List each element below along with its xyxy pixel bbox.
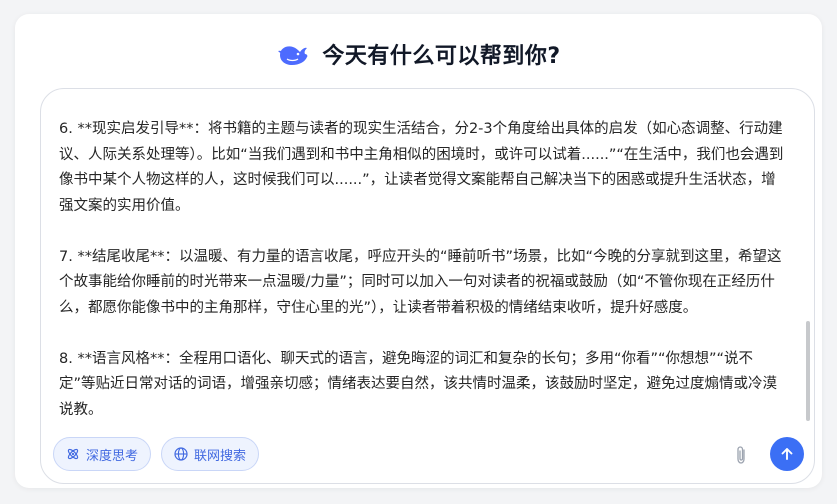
paperclip-icon — [737, 446, 745, 464]
paragraph-8: 8. **语言风格**：全程用口语化、聊天式的语言，避免晦涩的词汇和复杂的长句；… — [59, 350, 778, 418]
input-toolbar: 深度思考 联网搜索 — [53, 437, 260, 471]
paragraph-7: 7. **结尾收尾**：以温暖、有力量的语言收尾，呼应开头的“睡前听书”场景，比… — [59, 248, 782, 316]
paragraph-6: 6. **现实启发引导**：将书籍的主题与读者的现实生活结合，分2-3个角度给出… — [59, 121, 784, 214]
globe-icon — [174, 447, 188, 461]
arrow-up-icon — [781, 448, 793, 460]
web-search-label: 联网搜索 — [194, 448, 247, 464]
page-title: 今天有什么可以帮到你? — [322, 44, 561, 69]
whale-logo-icon — [278, 46, 308, 65]
message-text-area[interactable]: 6. **现实启发引导**：将书籍的主题与读者的现实生活结合，分2-3个角度给出… — [59, 113, 789, 429]
deep-think-button[interactable]: 深度思考 — [53, 437, 152, 471]
atom-icon — [67, 448, 79, 460]
chat-card: 今天有什么可以帮到你? 6. **现实启发引导**：将书籍的主题与读者的现实生活… — [15, 14, 822, 488]
send-button[interactable] — [770, 437, 804, 471]
deep-think-label: 深度思考 — [86, 448, 139, 464]
header: 今天有什么可以帮到你? — [15, 34, 822, 74]
scrollbar-thumb[interactable] — [806, 321, 810, 421]
attach-button[interactable] — [731, 444, 751, 466]
chat-input-box[interactable]: 6. **现实启发引导**：将书籍的主题与读者的现实生活结合，分2-3个角度给出… — [40, 88, 815, 484]
web-search-button[interactable]: 联网搜索 — [161, 437, 260, 471]
